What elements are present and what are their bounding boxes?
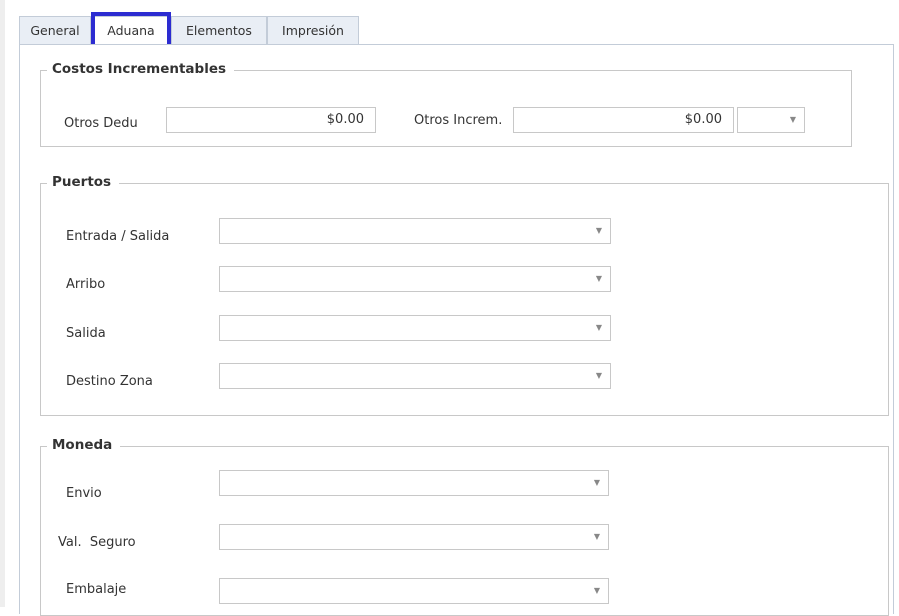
chevron-down-icon: ▼	[595, 323, 602, 332]
tab-general[interactable]: General	[19, 16, 91, 44]
chevron-down-icon: ▼	[593, 586, 600, 595]
chevron-down-icon: ▼	[595, 226, 602, 235]
embalaje-label: Embalaje	[66, 582, 127, 597]
chevron-down-icon: ▼	[595, 274, 602, 283]
salida-label: Salida	[66, 326, 106, 341]
val-seguro-dropdown[interactable]: ▼	[219, 524, 609, 550]
salida-dropdown[interactable]: ▼	[219, 315, 611, 341]
chevron-down-icon: ▼	[595, 371, 602, 380]
destino-zona-label: Destino Zona	[66, 374, 153, 389]
chevron-down-icon: ▼	[789, 115, 796, 124]
chevron-down-icon: ▼	[593, 478, 600, 487]
tab-impresion[interactable]: Impresión	[267, 16, 359, 44]
tab-label: Elementos	[186, 23, 252, 38]
arribo-dropdown[interactable]: ▼	[219, 266, 611, 292]
envio-dropdown[interactable]: ▼	[219, 470, 609, 496]
embalaje-dropdown[interactable]: ▼	[219, 578, 609, 604]
tab-label: General	[30, 23, 80, 38]
left-window-edge	[0, 0, 5, 607]
arribo-label: Arribo	[66, 277, 106, 292]
envio-label: Envio	[66, 486, 102, 501]
group-title-puertos: Puertos	[47, 174, 120, 190]
tab-elementos[interactable]: Elementos	[171, 16, 267, 44]
tab-aduana[interactable]: Aduana	[91, 16, 171, 44]
otros-increm-label: Otros Increm.	[414, 113, 503, 128]
otros-increm-field[interactable]: $0.00	[513, 107, 734, 133]
tab-label: Aduana	[107, 23, 155, 38]
group-title-moneda: Moneda	[47, 437, 121, 453]
chevron-down-icon: ▼	[593, 532, 600, 541]
otros-dedu-label: Otros Dedu	[64, 116, 138, 131]
destino-zona-dropdown[interactable]: ▼	[219, 363, 611, 389]
entrada-salida-dropdown[interactable]: ▼	[219, 218, 611, 244]
val-seguro-label: Val. Seguro	[58, 535, 136, 550]
entrada-salida-label: Entrada / Salida	[66, 229, 170, 244]
tab-label: Impresión	[282, 23, 344, 38]
group-title-costos: Costos Incrementables	[47, 61, 235, 77]
currency-dropdown[interactable]: ▼	[737, 107, 805, 133]
otros-dedu-field[interactable]: $0.00	[166, 107, 376, 133]
